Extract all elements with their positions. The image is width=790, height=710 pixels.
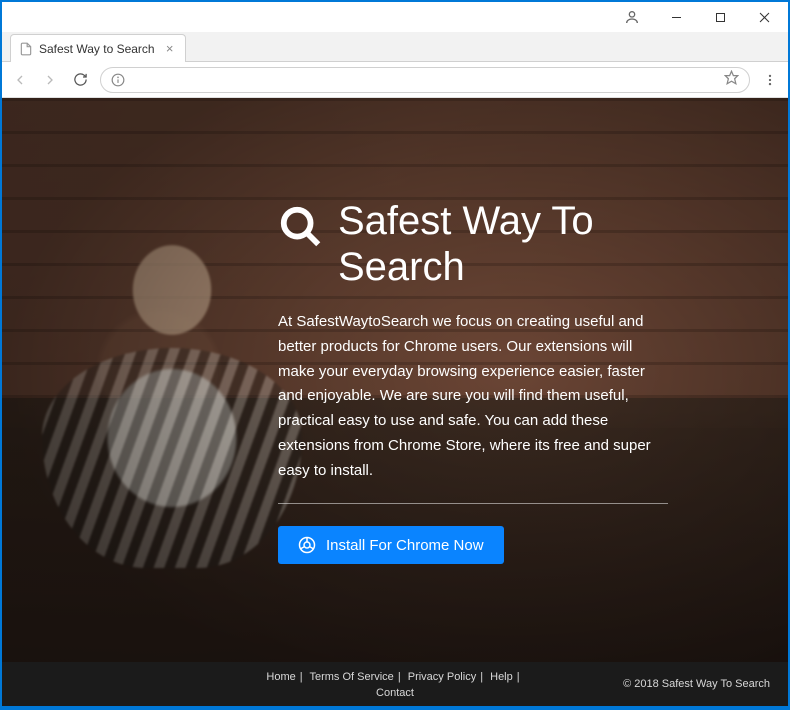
url-input[interactable]	[131, 72, 724, 87]
page-footer: Home| Terms Of Service| Privacy Policy| …	[2, 662, 788, 706]
reload-button[interactable]	[70, 70, 90, 90]
maximize-button[interactable]	[698, 3, 742, 31]
footer-link-privacy[interactable]: Privacy Policy	[408, 671, 476, 683]
tab-close-icon[interactable]: ×	[163, 42, 177, 56]
tab-title: Safest Way to Search	[39, 42, 155, 56]
footer-copyright: © 2018 Safest Way To Search	[623, 678, 770, 690]
address-bar	[2, 62, 788, 98]
browser-window: Safest Way to Search ×	[2, 2, 788, 706]
site-info-icon[interactable]	[111, 73, 125, 87]
page-content: Safest Way To Search At SafestWaytoSearc…	[2, 98, 788, 706]
user-profile-button[interactable]	[610, 3, 654, 31]
minimize-button[interactable]	[654, 3, 698, 31]
hero-body-text: At SafestWaytoSearch we focus on creatin…	[278, 310, 668, 504]
footer-link-home[interactable]: Home	[266, 671, 295, 683]
omnibox[interactable]	[100, 67, 750, 93]
close-button[interactable]	[742, 3, 786, 31]
back-button[interactable]	[10, 70, 30, 90]
cta-label: Install For Chrome Now	[326, 537, 484, 554]
footer-link-tos[interactable]: Terms Of Service	[309, 671, 393, 683]
footer-link-contact[interactable]: Contact	[376, 687, 414, 699]
magnifier-icon	[278, 204, 324, 250]
hero-title: Safest Way To Search	[338, 198, 668, 290]
browser-tab[interactable]: Safest Way to Search ×	[10, 34, 186, 62]
browser-menu-button[interactable]	[760, 70, 780, 90]
forward-button[interactable]	[40, 70, 60, 90]
window-titlebar	[2, 2, 788, 32]
install-cta-button[interactable]: Install For Chrome Now	[278, 526, 504, 564]
hero-panel: Safest Way To Search At SafestWaytoSearc…	[278, 198, 668, 564]
tab-strip: Safest Way to Search ×	[2, 32, 788, 62]
page-favicon-icon	[19, 42, 33, 56]
footer-link-help[interactable]: Help	[490, 671, 513, 683]
chrome-icon	[298, 536, 316, 554]
bookmark-star-icon[interactable]	[724, 70, 739, 90]
